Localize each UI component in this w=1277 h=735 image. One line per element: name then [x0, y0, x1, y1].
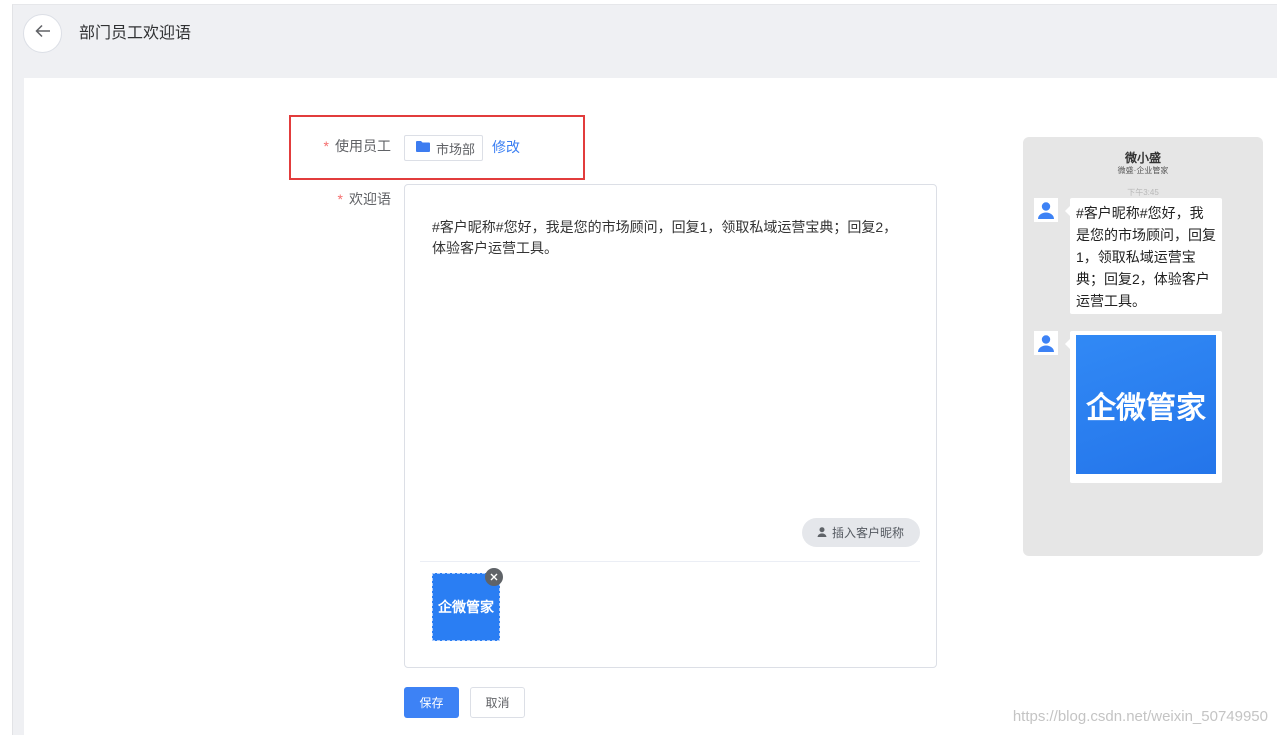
save-button[interactable]: 保存 [404, 687, 459, 718]
highlight-box [289, 115, 585, 180]
preview-time: 下午3:45 [1127, 188, 1159, 197]
insert-nickname-button[interactable]: 插入客户昵称 [802, 518, 920, 547]
preview-text-line: #客户昵称#您好，我 [1076, 205, 1204, 221]
attachment-image-text: 企微管家 [438, 599, 494, 615]
preview-text-line: 运营工具。 [1076, 293, 1146, 309]
insert-nickname-label: 插入客户昵称 [832, 526, 905, 540]
preview-contact-name: 微小盛 [1124, 151, 1161, 165]
divider [420, 561, 920, 562]
close-icon[interactable] [485, 568, 503, 586]
watermark: https://blog.csdn.net/weixin_50749950 [1012, 708, 1268, 725]
user-avatar-icon [1034, 331, 1058, 355]
welcome-message-line: #客户昵称#您好，我是您的市场顾问，回复1，领取私域运营宝典；回复2， [432, 219, 898, 235]
welcome-label-text: 欢迎语 [349, 191, 391, 207]
preview-contact-subtitle: 微盛·企业管家 [1117, 166, 1169, 175]
preview-text-bubble: #客户昵称#您好，我 是您的市场顾问，回复 1，领取私域运营宝 典；回复2，体验… [1065, 198, 1222, 314]
cancel-button[interactable]: 取消 [470, 687, 525, 718]
user-avatar-icon [1034, 198, 1058, 222]
preview-text-line: 1，领取私域运营宝 [1076, 249, 1196, 265]
preview-image-text: 企微管家 [1086, 391, 1206, 425]
preview-text-line: 是您的市场顾问，回复 [1076, 227, 1216, 243]
preview-image: 企微管家 [1076, 335, 1216, 474]
person-icon [817, 524, 827, 542]
back-button[interactable] [23, 14, 62, 53]
preview-text-line: 典；回复2，体验客户 [1076, 271, 1210, 287]
arrow-left-icon [34, 24, 51, 43]
page-title: 部门员工欢迎语 [79, 25, 192, 42]
required-mark: * [337, 191, 343, 207]
welcome-label: * 欢迎语 [281, 190, 391, 208]
welcome-message: #客户昵称#您好，我是您的市场顾问，回复1，领取私域运营宝典；回复2， 体验客户… [432, 217, 897, 259]
welcome-message-line: 体验客户运营工具。 [432, 240, 558, 256]
